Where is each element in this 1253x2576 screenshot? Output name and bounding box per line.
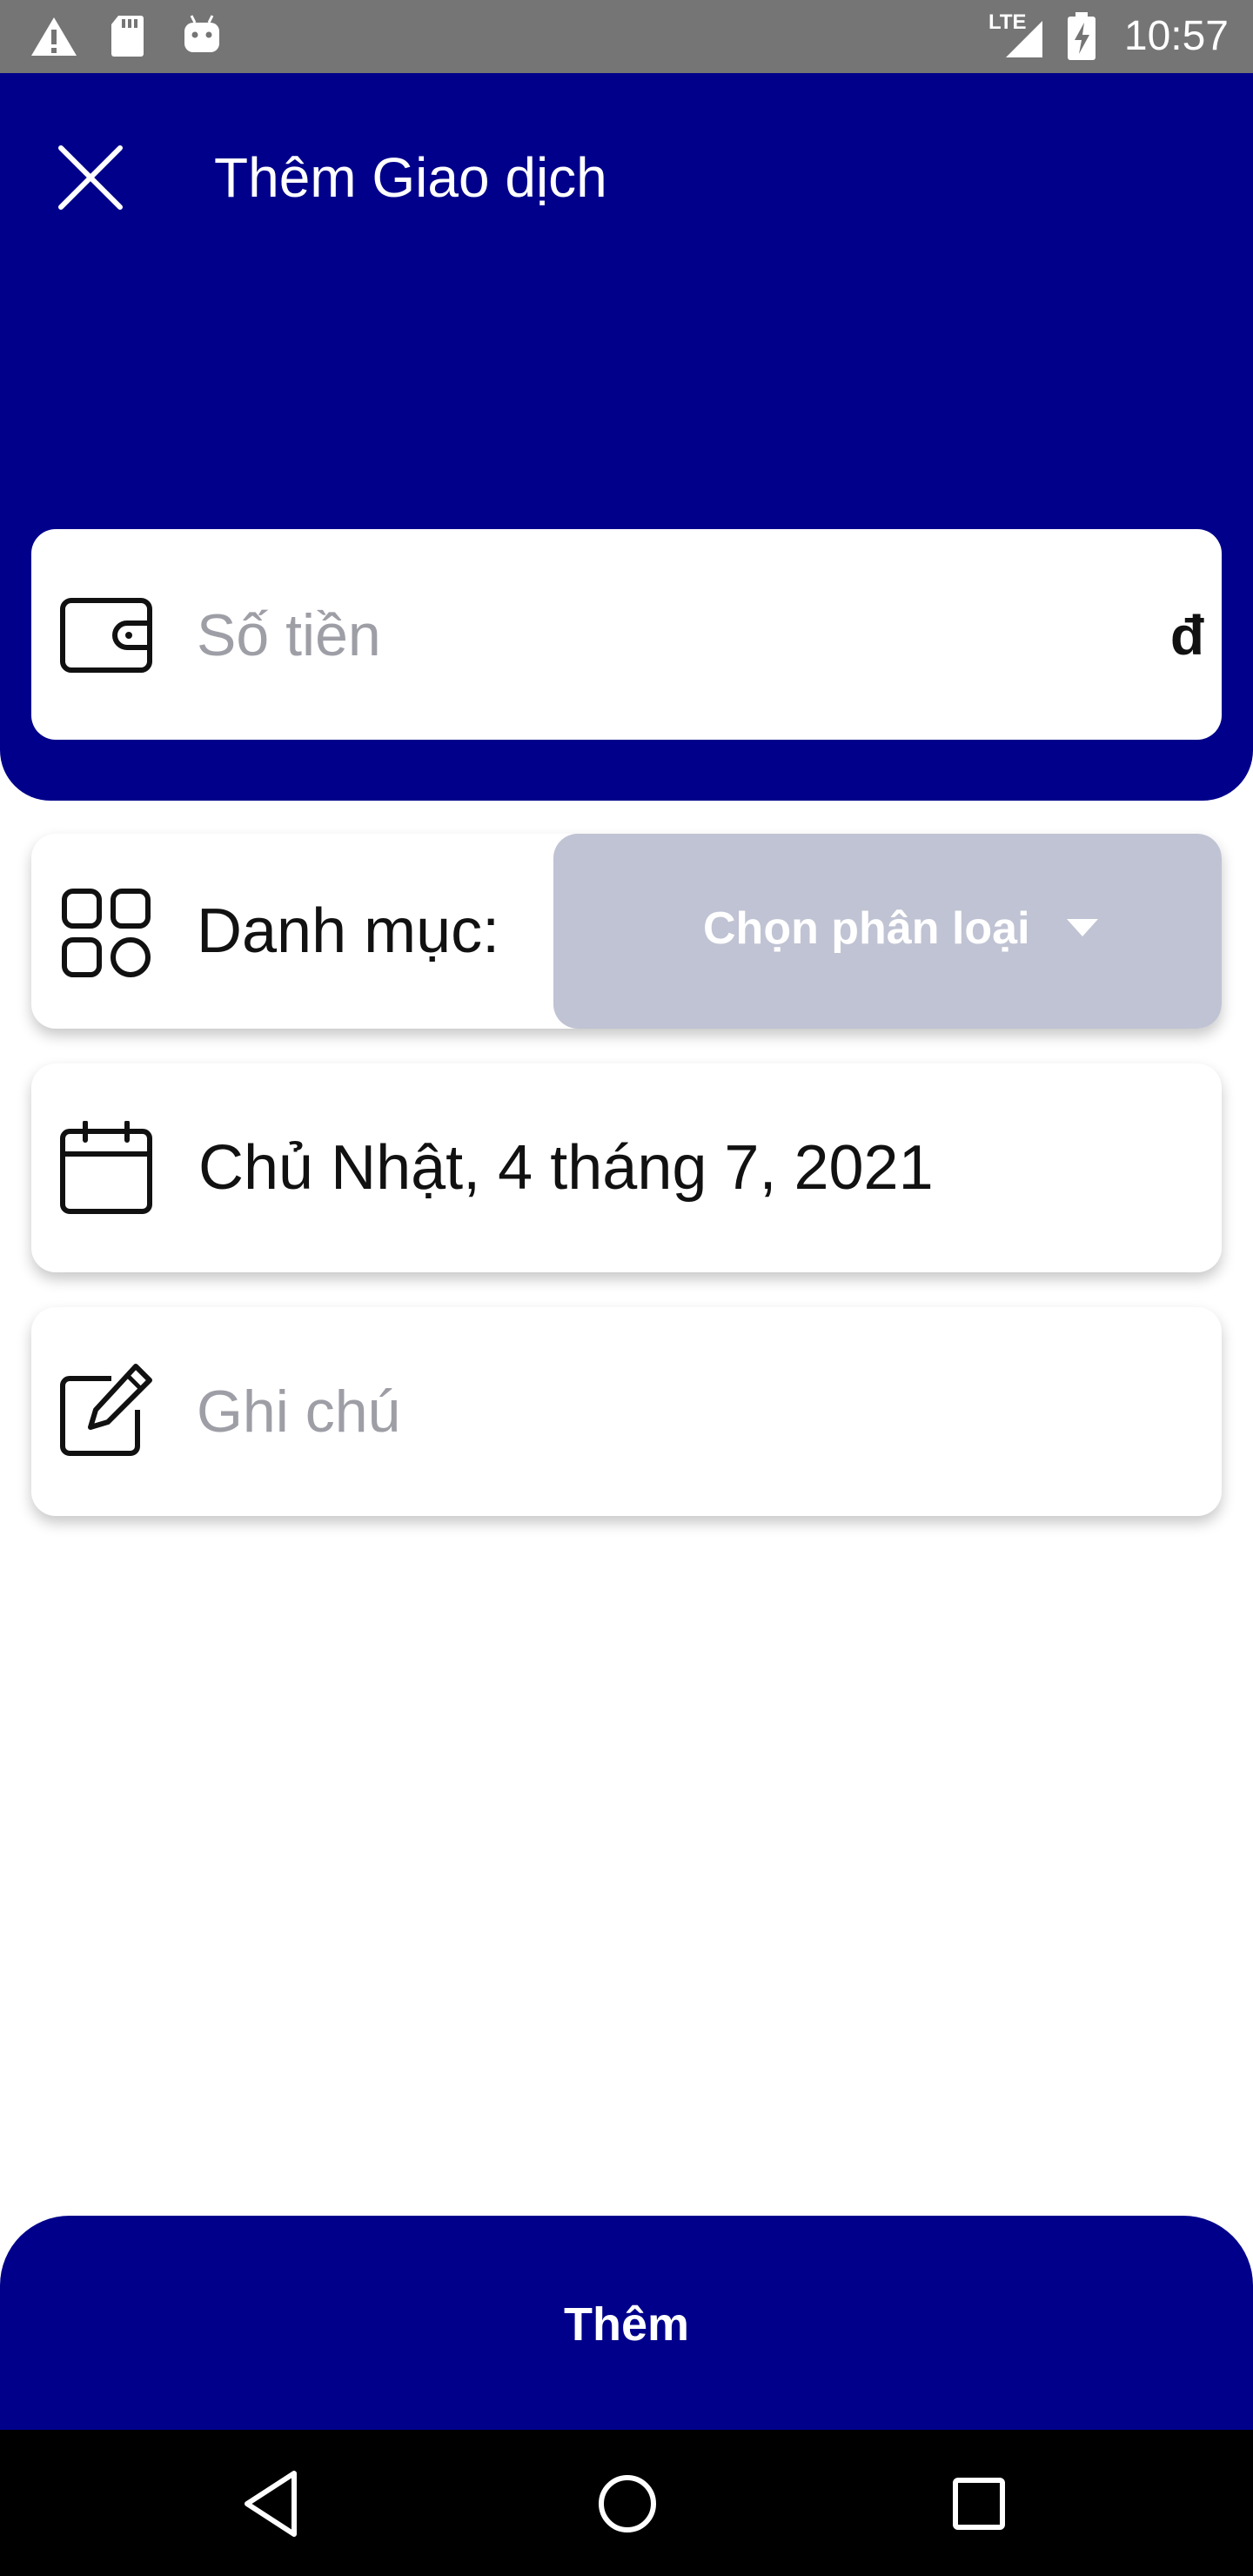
category-select-text: Chọn phân loại [703,903,1030,954]
edit-icon [60,1364,152,1456]
sd-card-icon [111,16,144,57]
note-placeholder: Ghi chú [197,1379,401,1445]
status-bar: LTE 10:57 [0,0,1253,73]
calendar-icon [60,1121,152,1214]
android-icon [184,15,219,52]
category-row: Danh mục: Chọn phân loại [31,834,1222,1029]
warning-icon [31,17,77,56]
navigation-bar [0,2430,1253,2576]
caret-down-icon [1067,919,1098,936]
signal-icon [1006,21,1042,57]
home-icon[interactable] [588,2465,667,2543]
category-select[interactable]: Chọn phân loại [553,834,1222,1029]
grid-icon [62,889,151,977]
add-button-label: Thêm [563,2298,690,2351]
category-label: Danh mục: [197,896,500,966]
status-time: 10:57 [1123,13,1229,59]
date-value: Chủ Nhật, 4 tháng 7, 2021 [198,1133,934,1203]
amount-placeholder: Số tiền [197,602,381,668]
add-button[interactable]: Thêm [0,2216,1253,2430]
page-title: Thêm Giao dịch [214,146,607,209]
date-field[interactable]: Chủ Nhật, 4 tháng 7, 2021 [31,1063,1222,1272]
recents-icon[interactable] [940,2465,1018,2543]
back-icon[interactable] [237,2465,315,2543]
wallet-icon [60,598,152,673]
note-field[interactable]: Ghi chú [31,1307,1222,1516]
battery-charging-icon [1068,12,1096,60]
close-icon[interactable] [52,139,129,216]
currency-symbol: đ [1169,604,1204,667]
amount-field[interactable]: Số tiền đ [31,529,1222,740]
